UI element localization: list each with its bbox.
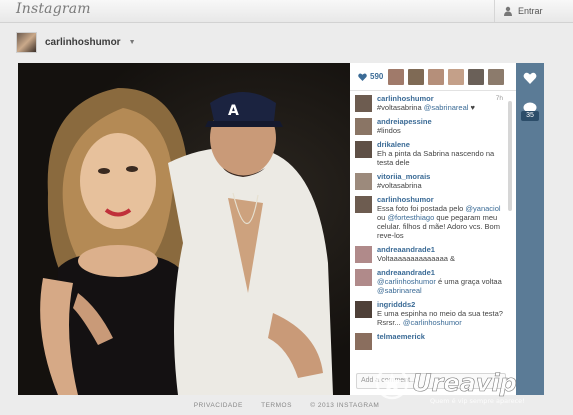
comment-time: 7h [495,95,503,102]
privacy-link[interactable]: PRIVACIDADE [194,402,243,409]
comment-text: #voltasabrina [377,181,422,190]
terms-link[interactable]: TERMOS [261,402,292,409]
mention-link[interactable]: @carlinhoshumor [403,318,462,327]
profile-avatar[interactable] [16,31,37,53]
comment-username[interactable]: andreiapessine [377,117,503,126]
mention-link[interactable]: @sabrinareal [377,286,422,295]
comment-username[interactable]: carlinhoshumor [377,195,503,204]
mention-link[interactable]: @carlinhoshumor [377,277,436,286]
like-button[interactable]: 590 [350,72,388,81]
comment-username[interactable]: andreaandrade1 [377,245,503,254]
liker-avatar[interactable] [428,68,444,85]
comment-item: drikalene Eh a pinta da Sabrina nascendo… [355,140,512,167]
heart-icon [358,72,367,81]
comment-username[interactable]: andreaandrade1 [377,268,503,277]
comment-avatar[interactable] [355,173,372,190]
instagram-logo[interactable]: Instagram [16,1,91,17]
liker-avatar[interactable] [448,68,464,85]
chevron-down-icon[interactable]: ▼ [129,39,136,46]
mention-link[interactable]: @fortesthiago [387,213,434,222]
svg-text:A: A [228,103,239,119]
comment-avatar[interactable] [355,333,372,350]
comment-item: andreaandrade1 @carlinhoshumor é uma gra… [355,268,512,295]
comment-text: Voltaaaaaaaaaaaaaa & [377,254,455,263]
top-bar: Instagram Entrar [0,0,573,23]
comment-text: @carlinhoshumor é uma graça voltaa @sabr… [377,277,502,295]
heart-icon [523,72,537,84]
comment-username[interactable]: ingriddds2 [377,300,503,309]
comment-item: ingriddds2 E uma espinha no meio da sua … [355,300,512,327]
comments-scrollbar[interactable] [508,101,512,211]
comment-username[interactable]: vitoriia_morais [377,172,503,181]
action-bar: 35 [516,63,544,395]
comment-count-badge: 35 [521,111,539,121]
copyright-text: © 2013 INSTAGRAM [310,402,380,409]
photo-illustration: A [40,88,333,395]
user-icon [504,6,512,16]
comment-item: andreaandrade1 Voltaaaaaaaaaaaaaa & [355,245,512,263]
comment-text: #lindos [377,126,401,135]
likes-count: 590 [370,72,384,81]
login-label: Entrar [518,6,543,16]
comment-avatar[interactable] [355,301,372,318]
comment-avatar[interactable] [355,246,372,263]
comment-username[interactable]: carlinhoshumor [377,94,503,103]
mention-link[interactable]: @yanaciol [465,204,500,213]
comment-username[interactable]: telmaemerick [377,332,503,341]
footer: PRIVACIDADE TERMOS © 2013 INSTAGRAM [0,402,573,409]
comment-avatar[interactable] [355,269,372,286]
mention-link[interactable]: @sabrinareal [424,103,469,112]
comment-username[interactable]: drikalene [377,140,503,149]
comment-avatar[interactable] [355,118,372,135]
comment-input[interactable]: Add a comment... [356,373,506,389]
post-photo[interactable]: A [18,63,350,395]
comment-item: carlinhoshumor Essa foto foi postada pel… [355,195,512,240]
comment-text: Essa foto foi postada pelo @yanaciol ou … [377,204,501,240]
comment-text: #voltasabrina @sabrinareal ♥ [377,103,475,112]
profile-username[interactable]: carlinhoshumor [45,37,121,48]
profile-header: carlinhoshumor ▼ [16,30,136,54]
comment-item: andreiapessine #lindos [355,117,512,135]
comment-text: E uma espinha no meio da sua testa? Rsrs… [377,309,503,327]
comments-panel: 590 carlinhoshumor 7h #voltasabrina @sab… [350,63,516,395]
comment-item: telmaemerick [355,332,512,350]
comment-avatar[interactable] [355,141,372,158]
login-button[interactable]: Entrar [494,0,573,22]
liker-avatar[interactable] [468,68,484,85]
comments-list: carlinhoshumor 7h #voltasabrina @sabrina… [350,91,516,350]
liker-avatar[interactable] [488,68,504,85]
comment-avatar[interactable] [355,196,372,213]
liker-avatar[interactable] [388,68,404,85]
comment-item: vitoriia_morais #voltasabrina [355,172,512,190]
comment-text: Eh a pinta da Sabrina nascendo na testa … [377,149,495,167]
comment-item: carlinhoshumor 7h #voltasabrina @sabrina… [355,94,512,112]
likes-row: 590 [350,63,516,91]
comment-avatar[interactable] [355,95,372,112]
like-action-button[interactable] [516,63,544,93]
liker-avatar[interactable] [408,68,424,85]
